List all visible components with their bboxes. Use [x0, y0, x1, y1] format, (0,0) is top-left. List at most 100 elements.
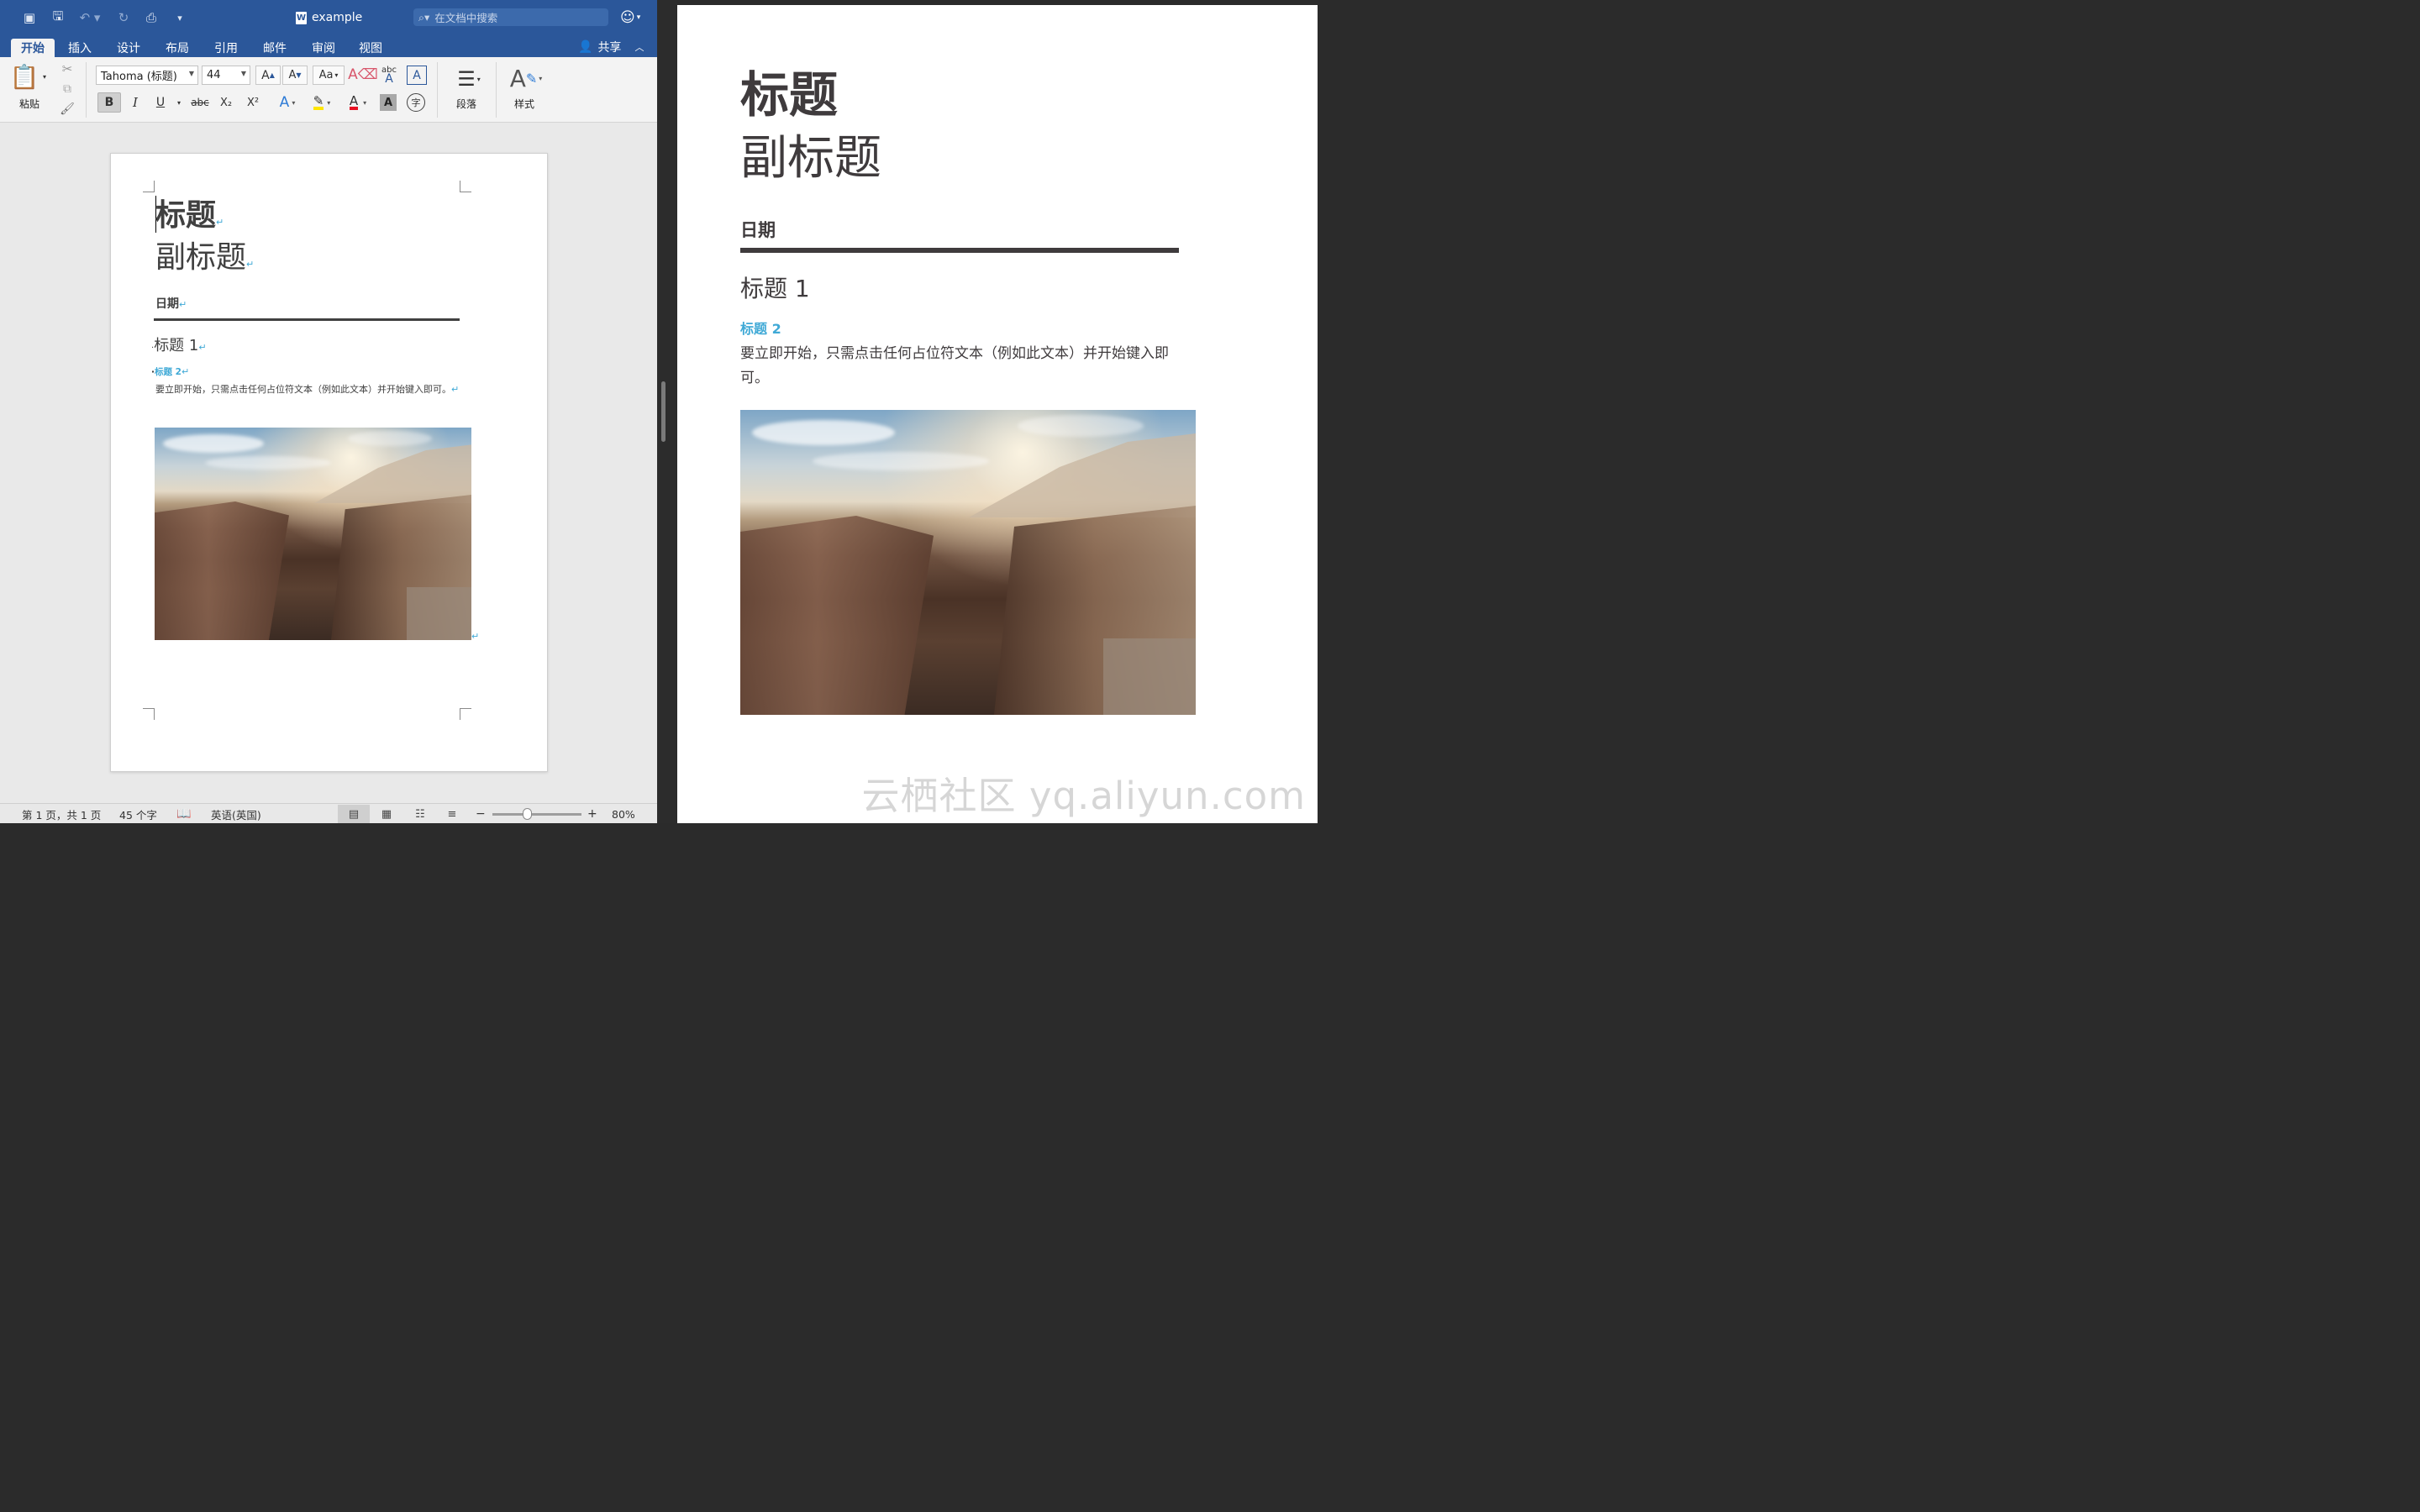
superscript-button[interactable]: X² — [242, 92, 264, 113]
share-button[interactable]: 👤 共享 ︿ — [578, 39, 644, 55]
sidebar-toggle-icon[interactable]: ▣ — [20, 8, 39, 27]
underline-button[interactable]: U — [150, 92, 171, 113]
doc-heading-1[interactable]: ·标题 1↵ — [151, 333, 207, 355]
share-label: 共享 — [597, 41, 622, 55]
divider-grip-handle[interactable] — [661, 381, 666, 442]
document-title: W example — [296, 9, 362, 26]
paste-dropdown-icon[interactable]: ▾ — [40, 72, 49, 81]
shrink-font-icon[interactable]: A ▼ — [282, 66, 308, 85]
font-size-box[interactable]: 44 ▼ — [202, 66, 250, 85]
document-canvas: 标题↵ 副标题↵ 日期↵ ·标题 1↵ ·标题 2↵ 要立即开始，只需点击任何占… — [0, 123, 657, 803]
character-shading-icon[interactable]: A — [380, 94, 397, 111]
subscript-button[interactable]: X₂ — [215, 92, 237, 113]
copy-icon[interactable]: ⧉ — [59, 81, 76, 97]
doc-date[interactable]: 日期↵ — [155, 295, 187, 312]
crop-mark-top-left — [143, 181, 155, 192]
tab-view[interactable]: 视图 — [353, 39, 388, 57]
ribbon: 📋 ▾ 粘贴 ✂ ⧉ 🖌 Tahoma (标题) ▼ 44 ▼ A ▲ A ▼ Aa… — [0, 57, 657, 123]
preview-heading-2: 标题 2 — [740, 321, 781, 337]
preview-body-text: 要立即开始，只需点击任何占位符文本（例如此文本）并开始键入即可。 — [740, 345, 1169, 386]
word-doc-icon: W — [296, 11, 307, 24]
document-page[interactable]: 标题↵ 副标题↵ 日期↵ ·标题 1↵ ·标题 2↵ 要立即开始，只需点击任何占… — [110, 153, 548, 772]
document-preview: 标题 副标题 日期 标题 1 标题 2 要立即开始，只需点击任何占位符文本（例如… — [677, 5, 1318, 823]
clear-formatting-icon[interactable]: A⌫ — [348, 64, 378, 86]
status-bar: 第 1 页，共 1 页 45 个字 📖 英语(英国) ▤ ▦ ☷ ≡ − + 8… — [0, 803, 657, 823]
change-case-icon[interactable]: Aa ▾ — [313, 66, 345, 85]
preview-date-rule — [740, 248, 1179, 253]
feedback-smiley-icon[interactable]: ☺ ▾ — [620, 8, 649, 27]
search-placeholder: 在文档中搜索 — [434, 12, 498, 24]
format-painter-icon[interactable]: 🖌 — [59, 101, 76, 118]
search-box[interactable]: ⌕▾ 在文档中搜索 — [413, 8, 608, 26]
add-person-icon: 👤 — [578, 40, 593, 54]
font-size-value: 44 — [207, 69, 221, 81]
proofing-icon[interactable]: 📖 — [176, 807, 191, 821]
phonetic-guide-icon[interactable]: abc A — [378, 64, 400, 86]
character-border-icon[interactable]: A — [407, 66, 427, 85]
paste-clipboard-icon[interactable]: 📋 — [10, 62, 39, 91]
strikethrough-button[interactable]: abc — [188, 92, 212, 113]
italic-button[interactable]: I — [124, 92, 146, 113]
bold-button[interactable]: B — [97, 92, 121, 113]
crop-mark-bottom-right — [460, 708, 471, 720]
enclose-character-icon[interactable]: 字 — [407, 93, 425, 112]
cut-icon[interactable]: ✂ — [59, 60, 76, 77]
preview-title: 标题 — [740, 66, 839, 123]
styles-label: 样式 — [514, 98, 535, 110]
zoom-level[interactable]: 80% — [612, 807, 635, 821]
split-divider[interactable] — [657, 0, 677, 823]
font-name-box[interactable]: Tahoma (标题) ▼ — [96, 66, 198, 85]
tab-review[interactable]: 审阅 — [306, 39, 341, 57]
customize-qat-icon[interactable]: ▾ — [171, 8, 188, 27]
zoom-slider-track[interactable] — [492, 813, 581, 816]
undo-icon[interactable]: ↶ ▾ — [76, 8, 104, 27]
canyon-image[interactable] — [155, 428, 471, 640]
styles-icon[interactable]: A ✎ ▾ — [506, 62, 546, 94]
image-paragraph-mark: ↵ — [471, 631, 480, 642]
language-status[interactable]: 英语(英国) — [211, 807, 261, 822]
ribbon-separator — [496, 62, 497, 118]
doc-subtitle[interactable]: 副标题↵ — [155, 239, 254, 283]
zoom-out-icon[interactable]: − — [476, 807, 486, 821]
print-layout-view-icon[interactable]: ▤ — [338, 805, 370, 823]
word-count[interactable]: 45 个字 — [119, 807, 157, 822]
page-count[interactable]: 第 1 页，共 1 页 — [22, 807, 101, 822]
tab-references[interactable]: 引用 — [208, 39, 244, 57]
zoom-slider-handle[interactable] — [523, 808, 532, 820]
ribbon-tabs: 开始 插入 设计 布局 引用 邮件 审阅 视图 — [0, 35, 657, 57]
tab-layout[interactable]: 布局 — [160, 39, 195, 57]
title-bar: ▣ 🖫 ↶ ▾ ↻ ⎙ ▾ W example ⌕▾ 在文档中搜索 ☺ ▾ — [0, 0, 657, 35]
document-name: example — [312, 11, 363, 24]
tab-insert[interactable]: 插入 — [62, 39, 97, 57]
text-effects-icon[interactable]: A ▾ — [272, 92, 302, 113]
word-window: ▣ 🖫 ↶ ▾ ↻ ⎙ ▾ W example ⌕▾ 在文档中搜索 ☺ ▾ 开始 … — [0, 0, 657, 823]
font-size-dropdown-icon: ▼ — [240, 70, 246, 77]
crop-mark-top-right — [460, 181, 471, 192]
preview-date: 日期 — [740, 220, 776, 240]
search-icon: ⌕▾ — [418, 10, 430, 24]
collapse-ribbon-icon[interactable]: ︿ — [634, 40, 644, 54]
tab-design[interactable]: 设计 — [111, 39, 146, 57]
web-layout-view-icon[interactable]: ▦ — [373, 805, 400, 823]
print-icon[interactable]: ⎙ — [141, 8, 161, 27]
tab-home[interactable]: 开始 — [11, 39, 55, 57]
draft-view-icon[interactable]: ≡ — [439, 805, 466, 823]
underline-dropdown-icon[interactable]: ▾ — [173, 92, 185, 113]
font-name-dropdown-icon: ▼ — [188, 70, 194, 77]
doc-heading-2[interactable]: ·标题 2↵ — [151, 365, 189, 378]
font-name-value: Tahoma (标题) — [101, 71, 177, 83]
doc-body-text[interactable]: 要立即开始，只需点击任何占位符文本（例如此文本）并开始键入即可。↵ — [155, 382, 466, 397]
tab-mailings[interactable]: 邮件 — [257, 39, 292, 57]
font-color-icon[interactable]: A ▾ — [341, 92, 375, 113]
highlight-color-icon[interactable]: ✎ ▾ — [306, 92, 338, 113]
outline-view-icon[interactable]: ☷ — [407, 805, 434, 823]
paragraph-icon[interactable]: ☰ ▾ — [449, 64, 487, 94]
grow-font-icon[interactable]: A ▲ — [255, 66, 281, 85]
doc-title[interactable]: 标题↵ — [155, 197, 224, 241]
crop-mark-bottom-left — [143, 708, 155, 720]
preview-heading-1: 标题 1 — [740, 275, 810, 302]
redo-icon[interactable]: ↻ — [114, 8, 133, 27]
zoom-in-icon[interactable]: + — [587, 807, 597, 821]
save-icon[interactable]: 🖫 — [49, 8, 67, 27]
preview-canyon-image — [740, 410, 1196, 715]
